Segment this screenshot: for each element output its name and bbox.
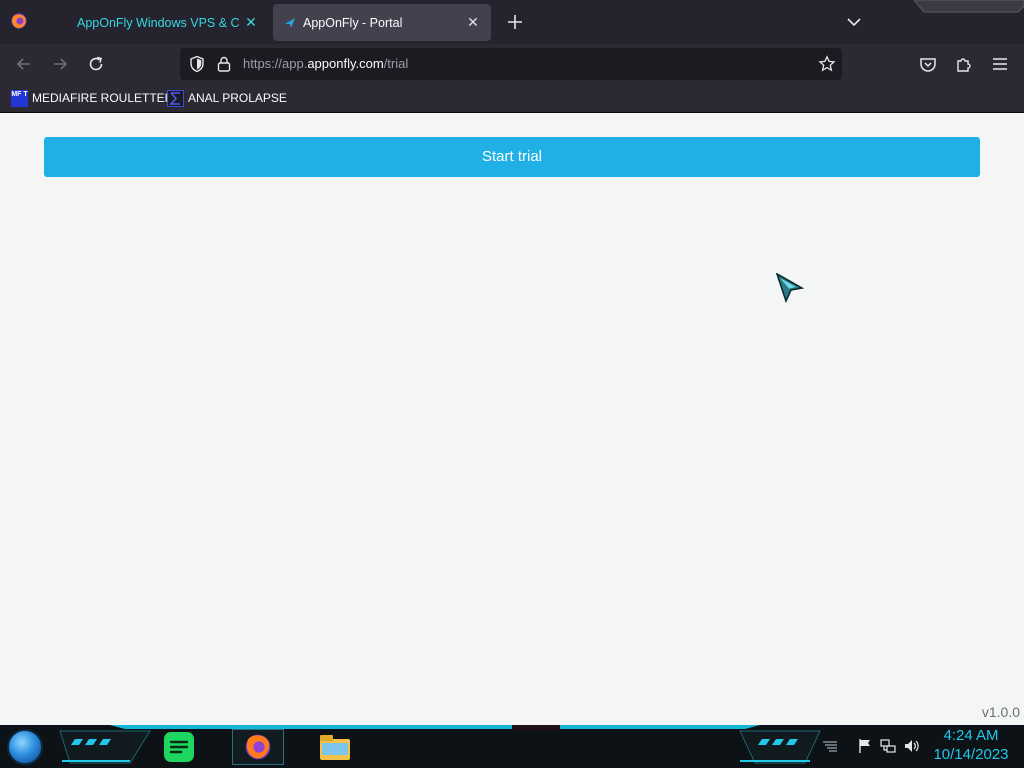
tab-title: AppOnFly Windows VPS & Clou bbox=[77, 15, 240, 30]
url-prefix: https://app. bbox=[243, 56, 308, 71]
clock-date[interactable]: 10/14/2023 bbox=[928, 746, 1014, 763]
extensions-puzzle-icon[interactable] bbox=[954, 54, 974, 74]
taskbar-firefox-button[interactable] bbox=[232, 729, 284, 765]
url-host: apponfly.com bbox=[307, 56, 384, 71]
firefox-icon[interactable] bbox=[10, 12, 28, 30]
clock-time[interactable]: 4:24 AM bbox=[934, 727, 1008, 744]
url-text[interactable]: https://app.apponfly.com/trial bbox=[243, 56, 408, 71]
shield-icon[interactable] bbox=[188, 55, 206, 73]
network-icon[interactable] bbox=[880, 738, 896, 754]
tray-show-desktop-icon[interactable] bbox=[822, 738, 838, 754]
volume-icon[interactable] bbox=[904, 738, 920, 754]
bookmark-second[interactable]: ANAL PROLAPSE bbox=[167, 89, 287, 107]
firefox-icon bbox=[245, 734, 271, 760]
tab-apponfly-portal[interactable]: AppOnFly - Portal ✕ bbox=[273, 4, 491, 41]
window-frame-decoration bbox=[914, 0, 1024, 13]
apponfly-favicon-icon bbox=[285, 17, 295, 28]
tab-bar: AppOnFly Windows VPS & Clou ✕ AppOnFly -… bbox=[0, 0, 1024, 44]
file-explorer-icon[interactable] bbox=[318, 730, 352, 764]
mouse-cursor-icon bbox=[776, 273, 804, 304]
reload-icon[interactable] bbox=[86, 54, 106, 74]
taskbar: 4:24 AM 10/14/2023 bbox=[0, 725, 1024, 768]
chevron-down-icon[interactable] bbox=[846, 14, 862, 30]
bookmark-label: MEDIAFIRE ROULETTER bbox=[32, 91, 174, 105]
start-button[interactable] bbox=[7, 729, 43, 765]
new-tab-plus-icon[interactable] bbox=[505, 12, 525, 32]
pocket-icon[interactable] bbox=[918, 54, 938, 74]
bookmarks-toolbar: MF T MEDIAFIRE ROULETTER ANAL PROLAPSE bbox=[0, 84, 1024, 113]
close-tab-icon[interactable]: ✕ bbox=[243, 14, 259, 30]
version-label: v1.0.0 bbox=[981, 704, 1020, 720]
web-page-content: Start trial v1.0.0 bbox=[0, 113, 1024, 725]
hamburger-menu-icon[interactable] bbox=[990, 54, 1010, 74]
bookmark-mediafire-rouletter[interactable]: MF T MEDIAFIRE ROULETTER bbox=[11, 89, 173, 107]
forward-arrow-icon[interactable] bbox=[50, 54, 70, 74]
start-trial-button[interactable]: Start trial bbox=[44, 137, 980, 177]
address-bar[interactable]: https://app.apponfly.com/trial bbox=[180, 48, 842, 80]
lock-icon[interactable] bbox=[216, 55, 232, 73]
action-center-flag-icon[interactable] bbox=[857, 738, 873, 754]
back-arrow-icon[interactable] bbox=[14, 54, 34, 74]
url-path: /trial bbox=[383, 56, 409, 71]
spotify-icon[interactable] bbox=[162, 730, 196, 764]
close-tab-icon[interactable]: ✕ bbox=[465, 14, 481, 30]
sigma-favicon-icon bbox=[167, 89, 184, 107]
tab-apponfly-windows-vps[interactable]: AppOnFly Windows VPS & Clou ✕ bbox=[60, 4, 265, 41]
navigation-toolbar: https://app.apponfly.com/trial bbox=[0, 44, 1024, 84]
mediafire-favicon-icon: MF T bbox=[11, 89, 28, 107]
tab-title: AppOnFly - Portal bbox=[303, 15, 403, 30]
bookmark-label: ANAL PROLAPSE bbox=[188, 91, 287, 105]
bookmark-star-icon[interactable] bbox=[818, 55, 836, 73]
